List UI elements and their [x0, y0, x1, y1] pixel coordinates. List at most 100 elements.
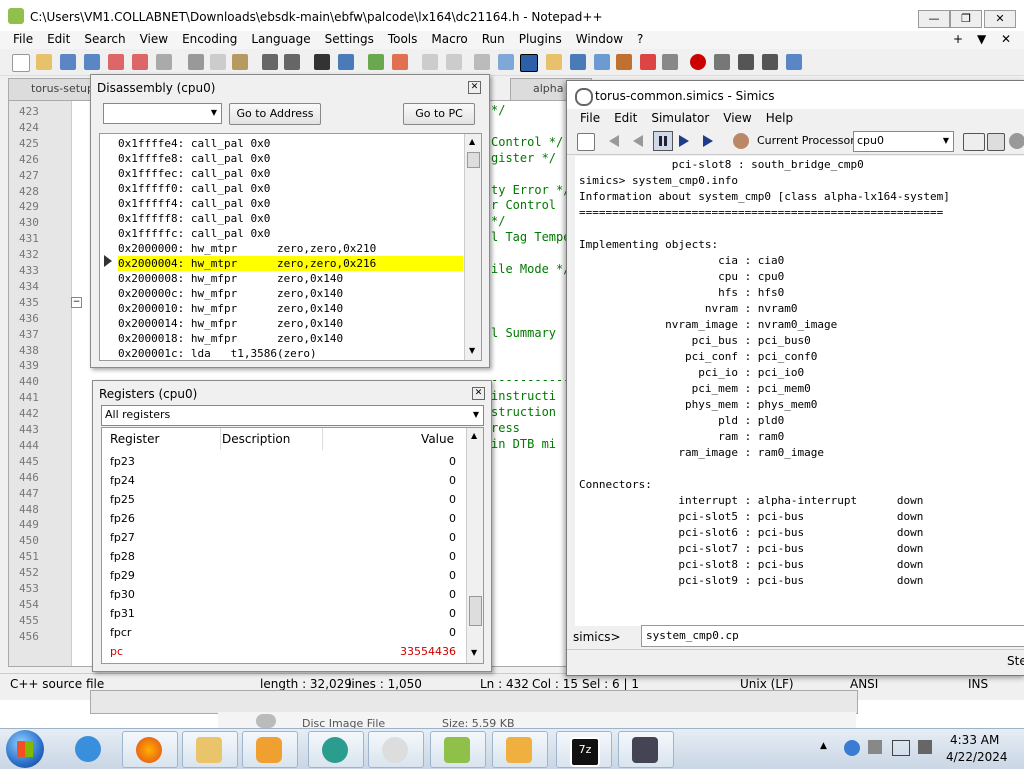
save-all-icon[interactable] [84, 54, 100, 70]
tray-volume-icon[interactable] [918, 740, 932, 754]
folder-workspace-icon[interactable] [616, 54, 632, 70]
sync-v-icon[interactable] [422, 54, 438, 70]
simics-command-input[interactable]: system_cmp0.cp [641, 625, 1024, 647]
indent-guide-icon[interactable] [520, 54, 538, 72]
open-file-icon[interactable] [36, 54, 52, 70]
disassembly-scrollbar[interactable]: ▲ ▼ [464, 134, 481, 360]
register-row[interactable]: fpcr 0 [102, 623, 462, 642]
go-to-pc-button[interactable]: Go to PC [403, 103, 475, 125]
menu-tools[interactable]: Tools [381, 31, 425, 48]
register-row[interactable]: fp28 0 [102, 547, 462, 566]
menu-language[interactable]: Language [244, 31, 317, 48]
tray-display-icon[interactable] [892, 740, 910, 756]
menu-search[interactable]: Search [77, 31, 132, 48]
taskbar-7zip[interactable]: 7z [556, 731, 612, 768]
disassembly-list[interactable]: 0x1ffffe4: call_pal 0x0 0x1ffffe8: call_p… [99, 133, 482, 361]
instruction-row[interactable]: 0x1ffffec: call_pal 0x0 [118, 166, 463, 181]
close-icon[interactable]: ✕ [468, 81, 481, 94]
instruction-row[interactable]: 0x1fffff0: call_pal 0x0 [118, 181, 463, 196]
record-macro-icon[interactable] [690, 54, 706, 70]
close-icon[interactable]: ✕ [472, 387, 485, 400]
instruction-row[interactable]: 0x2000014: hw_mfpr zero,0x140 [118, 316, 463, 331]
sim-menu-edit[interactable]: Edit [607, 109, 644, 127]
new-file-icon[interactable] [12, 54, 30, 72]
func-list-icon[interactable] [594, 54, 610, 70]
binary-view-icon[interactable] [963, 133, 985, 151]
simics-console-output[interactable]: pci-slot8 : south_bridge_cmp0 simics> sys… [575, 156, 1024, 626]
new-tab-control[interactable]: + [946, 31, 970, 48]
register-row[interactable]: pc 33554436 [102, 642, 462, 661]
registers-table[interactable]: Register Description Value fp23 0 fp24 0 fp2… [101, 427, 484, 664]
tray-flag-icon[interactable] [868, 740, 882, 754]
scroll-down-arrow-icon[interactable]: ▼ [471, 648, 477, 657]
scroll-up-arrow-icon[interactable]: ▲ [471, 431, 477, 440]
cut-icon[interactable] [188, 54, 204, 70]
address-combo[interactable]: ▼ [103, 103, 222, 124]
taskbar-bird-app[interactable] [368, 731, 424, 768]
step-forward-icon[interactable] [679, 135, 689, 147]
register-row[interactable]: fp25 0 [102, 490, 462, 509]
register-row[interactable]: fp30 0 [102, 585, 462, 604]
maximize-button[interactable]: ❐ [950, 10, 982, 28]
taskbar-app[interactable] [308, 731, 364, 768]
menu-view[interactable]: View [133, 31, 175, 48]
clock-date[interactable]: 4/22/2024 [946, 750, 1008, 764]
taskbar-hxd[interactable] [492, 731, 548, 768]
instruction-row[interactable]: 0x1ffffe8: call_pal 0x0 [118, 151, 463, 166]
instruction-row[interactable]: 0x2000010: hw_mfpr zero,0x140 [118, 301, 463, 316]
taskbar-firefox[interactable] [122, 731, 178, 768]
menu-run[interactable]: Run [475, 31, 512, 48]
instruction-row[interactable]: 0x1fffff8: call_pal 0x0 [118, 211, 463, 226]
scroll-thumb[interactable] [469, 596, 482, 626]
run-macro-multiple-icon[interactable] [762, 54, 778, 70]
register-row[interactable]: fp27 0 [102, 528, 462, 547]
register-row[interactable]: fp24 0 [102, 471, 462, 490]
doc-map-icon[interactable] [570, 54, 586, 70]
menu-window[interactable]: Window [569, 31, 630, 48]
menu-macro[interactable]: Macro [424, 31, 474, 48]
sim-menu-file[interactable]: File [573, 109, 607, 127]
sim-menu-help[interactable]: Help [759, 109, 800, 127]
register-row[interactable]: fp23 0 [102, 452, 462, 471]
play-macro-icon[interactable] [738, 54, 754, 70]
scroll-up-arrow-icon[interactable]: ▲ [469, 137, 475, 146]
monitor-icon[interactable] [640, 54, 656, 70]
pause-button[interactable] [653, 131, 673, 151]
instruction-row[interactable]: 0x2000000: hw_mtpr zero,zero,0x210 [118, 241, 463, 256]
close-doc-control[interactable]: ✕ [994, 31, 1018, 48]
tab-list-control[interactable]: ▼ [970, 31, 993, 48]
zoom-out-icon[interactable] [392, 54, 408, 70]
go-to-address-button[interactable]: Go to Address [229, 103, 321, 125]
find-icon[interactable] [314, 54, 330, 70]
column-header-description[interactable]: Description [222, 428, 323, 450]
replace-icon[interactable] [338, 54, 354, 70]
close-file-icon[interactable] [108, 54, 124, 70]
menu-settings[interactable]: Settings [318, 31, 381, 48]
save-macro-icon[interactable] [786, 54, 802, 70]
redo-icon[interactable] [284, 54, 300, 70]
zoom-in-icon[interactable] [368, 54, 384, 70]
wrap-icon[interactable] [474, 54, 490, 70]
instruction-row[interactable]: 0x1fffff4: call_pal 0x0 [118, 196, 463, 211]
instruction-row[interactable]: 0x2000008: hw_mfpr zero,0x140 [118, 271, 463, 286]
instruction-row[interactable]: 0x1fffffc: call_pal 0x0 [118, 226, 463, 241]
menu-edit[interactable]: Edit [40, 31, 77, 48]
menu-file[interactable]: File [6, 31, 40, 48]
print-icon[interactable] [156, 54, 172, 70]
taskbar-notepadpp[interactable] [430, 731, 486, 768]
instruction-row[interactable]: 0x1ffffe4: call_pal 0x0 [118, 136, 463, 151]
register-row[interactable]: fp29 0 [102, 566, 462, 585]
scroll-down-arrow-icon[interactable]: ▼ [469, 346, 475, 355]
menu-help[interactable]: ? [630, 31, 650, 48]
instruction-row[interactable]: 0x200001c: lda t1,3586(zero) [118, 346, 463, 360]
tray-expand-icon[interactable]: ▲ [820, 741, 827, 751]
column-header-value[interactable]: Value [402, 428, 454, 450]
fold-marker-icon[interactable]: − [71, 297, 82, 308]
copy-icon[interactable] [210, 54, 226, 70]
current-instruction-row[interactable]: 0x2000004: hw_mtpr zero,zero,0x216 [118, 256, 463, 271]
register-row[interactable]: fp26 0 [102, 509, 462, 528]
run-forward-icon[interactable] [703, 135, 713, 147]
tray-network-icon[interactable] [844, 740, 860, 756]
menu-encoding[interactable]: Encoding [175, 31, 244, 48]
processor-select[interactable]: cpu0 ▼ [853, 131, 954, 152]
